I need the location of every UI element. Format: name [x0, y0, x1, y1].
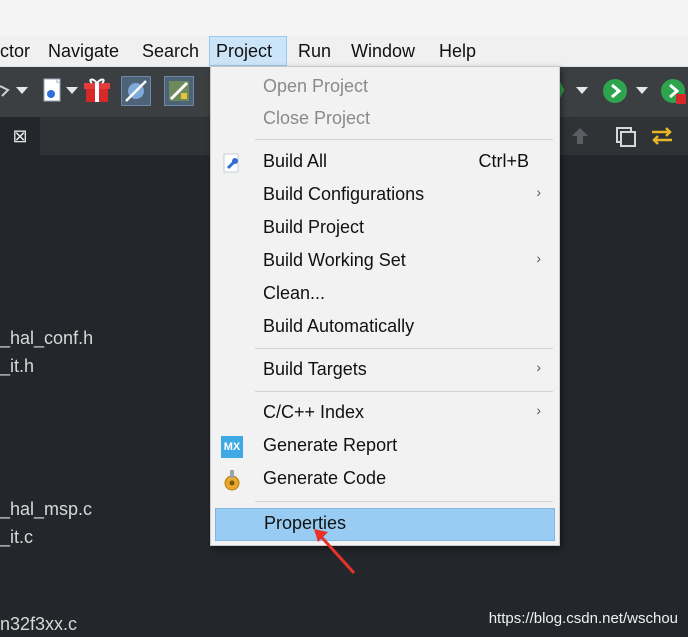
- menu-item-open-project[interactable]: Open Project: [215, 73, 555, 103]
- menu-run[interactable]: Run: [292, 36, 337, 66]
- menu-item-build-configurations[interactable]: Build Configurations ›: [215, 181, 555, 211]
- menu-separator: [255, 391, 553, 392]
- menu-help[interactable]: Help: [433, 36, 482, 66]
- file-list-item[interactable]: _it.c: [0, 527, 33, 548]
- menu-item-cc-index[interactable]: C/C++ Index ›: [215, 399, 555, 429]
- window-top-strip: [0, 0, 688, 36]
- menu-separator: [255, 348, 553, 349]
- menu-item-label: Build Project: [263, 217, 365, 237]
- skip-breakpoints-icon[interactable]: [121, 76, 151, 106]
- stm32cubemx-icon: MX: [221, 436, 243, 458]
- watermark: https://blog.csdn.net/wschou: [488, 610, 678, 627]
- menu-separator: [255, 139, 553, 140]
- file-list-item[interactable]: _it.h: [0, 356, 34, 377]
- menu-item-label: Close Project: [263, 108, 371, 128]
- menu-separator: [255, 501, 553, 502]
- project-menu-dropdown: Open Project Close Project Build All Ctr…: [210, 66, 560, 546]
- menu-item-build-targets[interactable]: Build Targets ›: [215, 356, 555, 386]
- menu-item-close-project[interactable]: Close Project: [215, 105, 555, 135]
- menu-search[interactable]: Search: [136, 36, 205, 66]
- menu-item-label: Build All: [263, 151, 328, 171]
- upload-icon[interactable]: [566, 123, 594, 149]
- external-tools-icon[interactable]: [658, 76, 688, 106]
- shortcut-label: Ctrl+B: [478, 151, 529, 171]
- dropdown-arrow-icon[interactable]: [576, 87, 588, 94]
- dropdown-arrow-icon[interactable]: [16, 87, 28, 94]
- menu-project[interactable]: Project: [209, 36, 287, 66]
- menu-refactor[interactable]: ctor: [0, 36, 36, 66]
- file-list-item[interactable]: _hal_msp.c: [0, 499, 92, 520]
- menu-item-clean[interactable]: Clean...: [215, 280, 555, 310]
- generate-code-gear-icon: [221, 469, 243, 491]
- menu-item-properties[interactable]: Properties: [215, 508, 555, 541]
- menu-window[interactable]: Window: [345, 36, 421, 66]
- menu-item-label: Generate Code: [263, 468, 387, 488]
- menu-item-build-automatically[interactable]: Build Automatically: [215, 313, 555, 343]
- menu-item-generate-code[interactable]: Generate Code: [215, 465, 555, 495]
- file-list-item[interactable]: n32f3xx.c: [0, 614, 77, 635]
- menu-item-label: Generate Report: [263, 435, 398, 455]
- menu-item-label: Open Project: [263, 76, 369, 96]
- menu-bar: ctor Navigate Search Project Run Window …: [0, 36, 688, 67]
- menu-item-label: Build Working Set: [263, 250, 406, 270]
- red-pointer-arrow-icon: [314, 529, 356, 575]
- sync-arrows-icon[interactable]: [648, 123, 676, 149]
- menu-item-generate-report[interactable]: MX Generate Report: [215, 432, 555, 462]
- submenu-arrow-icon: ›: [536, 359, 541, 375]
- menu-navigate[interactable]: Navigate: [42, 36, 125, 66]
- submenu-arrow-icon: ›: [536, 250, 541, 266]
- gift-package-icon[interactable]: [82, 76, 112, 106]
- dropdown-arrow-icon[interactable]: [66, 87, 78, 94]
- submenu-arrow-icon: ›: [536, 184, 541, 200]
- dropdown-arrow-icon[interactable]: [636, 87, 648, 94]
- submenu-arrow-icon: ›: [536, 402, 541, 418]
- build-wrench-icon: [221, 152, 243, 174]
- menu-item-build-working-set[interactable]: Build Working Set ›: [215, 247, 555, 277]
- menu-item-label: Build Configurations: [263, 184, 425, 204]
- run-icon[interactable]: [600, 76, 630, 106]
- close-tab-icon[interactable]: ⊠: [0, 117, 40, 155]
- restore-window-icon[interactable]: [612, 123, 640, 149]
- file-list-item[interactable]: _hal_conf.h: [0, 328, 93, 349]
- new-file-icon[interactable]: [38, 76, 68, 106]
- menu-item-build-project[interactable]: Build Project: [215, 214, 555, 244]
- build-config-icon[interactable]: [164, 76, 194, 106]
- menu-item-label: Build Targets: [263, 359, 367, 379]
- menu-item-label: Build Automatically: [263, 316, 415, 336]
- menu-item-label: Clean...: [263, 283, 326, 303]
- menu-item-label: C/C++ Index: [263, 402, 365, 422]
- menu-item-build-all[interactable]: Build All Ctrl+B: [215, 148, 555, 178]
